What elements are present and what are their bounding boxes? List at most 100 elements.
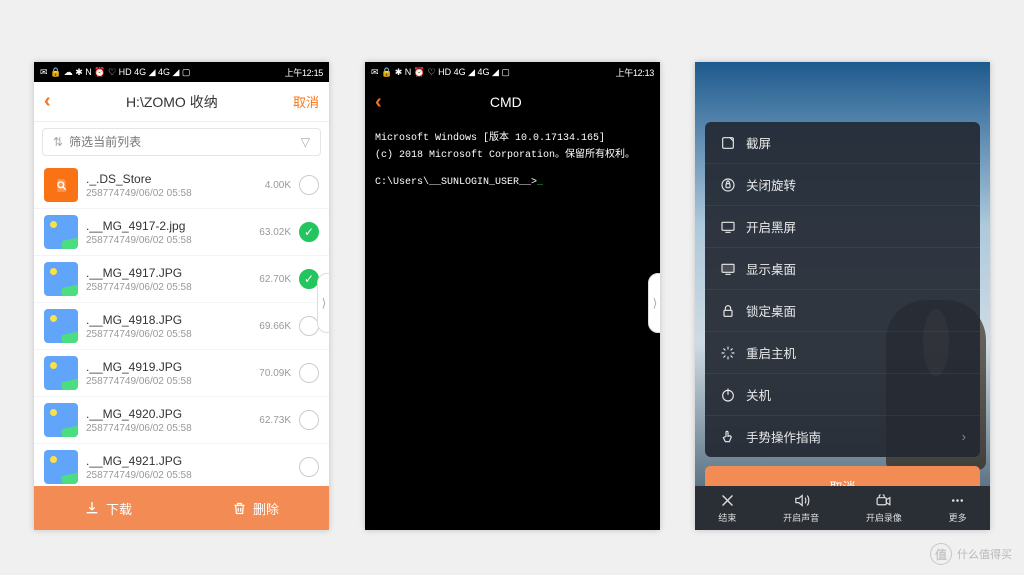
file-meta: 258774749/06/02 05:58 [86, 282, 239, 293]
file-row[interactable]: .__MG_4917-2.jpg258774749/06/02 05:5863.… [34, 209, 329, 256]
watermark: 值 什么值得买 [930, 543, 1012, 565]
file-row[interactable]: .__MG_4918.JPG258774749/06/02 05:5869.66… [34, 303, 329, 350]
cancel-button[interactable]: 取消 [293, 92, 319, 111]
toolbar-close[interactable]: 结束 [718, 492, 736, 524]
file-row[interactable]: .__MG_4917.JPG 258774749/06/02 05:58 62.70… [34, 256, 329, 303]
document-icon [44, 168, 78, 202]
checkbox[interactable] [299, 175, 319, 195]
file-size: 62.70K [247, 274, 291, 285]
file-list: ._.DS_Store 258774749/06/02 05:58 4.00K .__… [34, 162, 329, 486]
file-meta: 258774749/06/02 05:58 [86, 329, 239, 340]
status-icons: ✉ 🔒 ✱ N ⏰ ♡ HD 4G ◢ 4G ◢ ▢ [371, 67, 510, 78]
image-icon [44, 450, 78, 484]
menu-item-black-screen[interactable]: 开启黑屏 [705, 206, 980, 248]
status-icons: ✉ 🔒 ☁ ✱ N ⏰ ♡ HD 4G ◢ 4G ◢ ▢ [40, 67, 190, 78]
status-bar: ✉ 🔒 ✱ N ⏰ ♡ HD 4G ◢ 4G ◢ ▢ 上午12:13 [365, 62, 660, 82]
chevron-right-icon: › [962, 429, 966, 444]
cursor-icon: _ [537, 177, 543, 188]
side-handle[interactable]: ⟩ [648, 273, 660, 333]
menu-label: 显示桌面 [746, 259, 796, 278]
file-row[interactable]: ._.DS_Store 258774749/06/02 05:58 4.00K [34, 162, 329, 209]
toolbar-more[interactable]: 更多 [949, 492, 967, 524]
checkbox[interactable] [299, 457, 319, 477]
image-icon [44, 403, 78, 437]
header: ‹ CMD [365, 82, 660, 122]
lock-desktop-icon [719, 302, 736, 319]
file-name: .__MG_4919.JPG [86, 360, 239, 374]
status-time: 上午12:13 [616, 66, 654, 79]
file-size: 62.73K [247, 415, 291, 426]
menu-label: 开启黑屏 [746, 217, 796, 236]
file-name: .__MG_4917-2.jpg [86, 219, 239, 233]
bottom-bar: 下载 删除 [34, 486, 329, 530]
delete-button[interactable]: 删除 [232, 499, 279, 518]
side-handle[interactable]: ⟩ [317, 273, 329, 333]
back-icon[interactable]: ‹ [44, 90, 51, 113]
action-menu: 截屏关闭旋转开启黑屏显示桌面锁定桌面重启主机关机手势操作指南 › [705, 122, 980, 457]
page-title: CMD [382, 94, 630, 110]
menu-item-gesture[interactable]: 手势操作指南 › [705, 416, 980, 457]
file-meta: 258774749/06/02 05:58 [86, 376, 239, 387]
terminal-line: Microsoft Windows [版本 10.0.17134.165] [375, 130, 650, 147]
download-icon [84, 500, 100, 516]
toolbar-label: 开启声音 [783, 511, 819, 524]
screenshot-icon [719, 134, 736, 151]
menu-item-rotate-lock[interactable]: 关闭旋转 [705, 164, 980, 206]
menu-label: 手势操作指南 [746, 427, 821, 446]
checkbox[interactable] [299, 222, 319, 242]
download-button[interactable]: 下载 [84, 499, 132, 518]
bottom-toolbar: 结束 开启声音 开启录像更多 [695, 486, 990, 530]
checkbox[interactable] [299, 316, 319, 336]
menu-label: 截屏 [746, 133, 771, 152]
toolbar-label: 更多 [949, 511, 967, 524]
file-size: 4.00K [247, 180, 291, 191]
phone-file-browser: ✉ 🔒 ☁ ✱ N ⏰ ♡ HD 4G ◢ 4G ◢ ▢ 上午12:15 ‹ H… [34, 62, 329, 530]
file-meta: 258774749/06/02 05:58 [86, 188, 239, 199]
header: ‹ H:\ZOMO 收纳 取消 [34, 82, 329, 122]
power-icon [719, 386, 736, 403]
checkbox[interactable] [299, 410, 319, 430]
black-screen-icon [719, 218, 736, 235]
status-bar: ✉ 🔒 ☁ ✱ N ⏰ ♡ HD 4G ◢ 4G ◢ ▢ 上午12:15 [34, 62, 329, 82]
menu-label: 重启主机 [746, 343, 796, 362]
image-icon [44, 356, 78, 390]
file-name: .__MG_4921.JPG [86, 454, 239, 468]
file-name: .__MG_4917.JPG [86, 266, 239, 280]
menu-item-show-desktop[interactable]: 显示桌面 [705, 248, 980, 290]
trash-icon [232, 501, 247, 516]
toolbar-record[interactable]: 开启录像 [866, 492, 902, 524]
menu-item-restart[interactable]: 重启主机 [705, 332, 980, 374]
checkbox[interactable] [299, 363, 319, 383]
back-icon[interactable]: ‹ [375, 91, 382, 114]
file-row[interactable]: .__MG_4919.JPG 258774749/06/02 05:58 70.09… [34, 350, 329, 397]
restart-icon [719, 344, 736, 361]
sort-icon[interactable]: ⇅ [53, 135, 63, 149]
page-title: H:\ZOMO 收纳 [51, 92, 293, 112]
toolbar-label: 结束 [718, 511, 736, 524]
filter-icon[interactable]: ▽ [301, 135, 310, 149]
checkbox[interactable] [299, 269, 319, 289]
terminal-output[interactable]: Microsoft Windows [版本 10.0.17134.165] (c… [365, 122, 660, 530]
file-meta: 258774749/06/02 05:58 [86, 470, 239, 481]
watermark-logo-icon: 值 [930, 543, 952, 565]
close-icon [719, 492, 736, 509]
record-icon [875, 492, 892, 509]
more-icon [949, 492, 966, 509]
status-time: 上午12:15 [285, 66, 323, 79]
sound-icon [793, 492, 810, 509]
file-row[interactable]: .__MG_4920.JPG258774749/06/02 05:5862.73… [34, 397, 329, 444]
image-icon [44, 215, 78, 249]
file-row[interactable]: .__MG_4921.JPG 258774749/06/02 05:58 [34, 444, 329, 486]
menu-item-screenshot[interactable]: 截屏 [705, 122, 980, 164]
menu-item-power[interactable]: 关机 [705, 374, 980, 416]
terminal-line: (c) 2018 Microsoft Corporation。保留所有权利。 [375, 147, 650, 164]
toolbar-sound[interactable]: 开启声音 [783, 492, 819, 524]
gesture-icon [719, 428, 736, 445]
filter-input[interactable] [69, 135, 295, 149]
filter-bar: ⇅ ▽ [42, 128, 321, 156]
menu-item-lock-desktop[interactable]: 锁定桌面 [705, 290, 980, 332]
file-name: ._.DS_Store [86, 172, 239, 186]
file-size: 70.09K [247, 368, 291, 379]
menu-label: 关机 [746, 385, 771, 404]
file-size: 63.02K [247, 227, 291, 238]
